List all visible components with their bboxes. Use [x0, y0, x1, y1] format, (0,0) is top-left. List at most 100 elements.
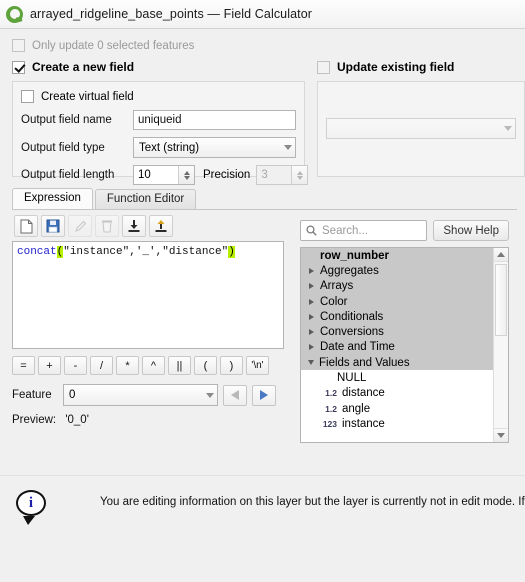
- scrollbar-track[interactable]: [494, 262, 508, 428]
- chevron-right-icon[interactable]: [309, 267, 314, 274]
- arrow-left-icon: [231, 390, 239, 400]
- output-field-name-label: Output field name: [21, 114, 112, 126]
- create-new-field-row[interactable]: Create a new field: [0, 58, 305, 76]
- tree-group-date-and-time[interactable]: Date and Time: [301, 339, 493, 356]
- tree-label: Fields and Values: [319, 356, 410, 369]
- chevron-right-icon[interactable]: [309, 298, 314, 305]
- update-field-group-wrap: [305, 81, 525, 177]
- operator-button-multiply[interactable]: *: [116, 356, 139, 375]
- tree-label: angle: [342, 402, 371, 415]
- stepper-up-icon[interactable]: [183, 170, 190, 175]
- delete-trash-icon[interactable]: [95, 215, 119, 237]
- existing-field-chevron-down-icon: [504, 126, 512, 131]
- operator-button-minus[interactable]: -: [64, 356, 87, 375]
- only-update-selected-row[interactable]: Only update 0 selected features: [0, 29, 525, 54]
- output-field-type-row: Output field type Text (string): [21, 137, 296, 158]
- tree-item-distance[interactable]: 1.2 distance: [301, 386, 493, 401]
- scroll-up-button[interactable]: [494, 248, 508, 262]
- precision-stepper[interactable]: 3: [256, 165, 309, 185]
- feature-combo[interactable]: 0: [63, 384, 218, 406]
- update-field-header-wrap: Update existing field: [305, 58, 525, 76]
- expression-close-paren-token: ): [228, 246, 235, 258]
- scroll-down-button[interactable]: [494, 428, 508, 442]
- operator-button-close-paren[interactable]: ): [220, 356, 243, 375]
- length-stepper-buttons[interactable]: [178, 166, 194, 184]
- operator-button-concat[interactable]: ||: [168, 356, 191, 375]
- existing-field-combo[interactable]: [326, 118, 516, 139]
- tree-item-angle[interactable]: 1.2 angle: [301, 401, 493, 416]
- create-new-field-checkbox[interactable]: [12, 60, 25, 74]
- operator-button-open-paren[interactable]: (: [194, 356, 217, 375]
- update-existing-field-row[interactable]: Update existing field: [305, 58, 525, 76]
- chevron-right-icon[interactable]: [309, 313, 314, 320]
- create-field-header-wrap: Create a new field: [0, 58, 305, 76]
- chevron-down-icon: [284, 145, 292, 150]
- import-icon[interactable]: [122, 215, 146, 237]
- output-field-type-combo[interactable]: Text (string): [133, 137, 296, 158]
- expression-text-area[interactable]: concat("instance",'_',"distance"): [12, 241, 284, 349]
- operator-button-equals[interactable]: =: [12, 356, 35, 375]
- operator-button-newline[interactable]: '\n': [246, 356, 269, 375]
- qgis-logo-icon: [6, 5, 23, 23]
- create-field-group-wrap: Create virtual field Output field name u…: [0, 81, 309, 185]
- function-panel: Search... Show Help row_number Aggregate…: [300, 220, 509, 443]
- chevron-down-icon[interactable]: [308, 360, 314, 366]
- chevron-right-icon[interactable]: [309, 283, 314, 290]
- tree-group-color[interactable]: Color: [301, 293, 493, 310]
- tree-group-conditionals[interactable]: Conditionals: [301, 309, 493, 325]
- create-virtual-field-checkbox[interactable]: [21, 90, 34, 103]
- tree-group-aggregates[interactable]: Aggregates: [301, 263, 493, 279]
- update-existing-field-checkbox[interactable]: [317, 60, 330, 74]
- preview-row: Preview: '0_0': [12, 414, 296, 426]
- scrollbar-thumb[interactable]: [495, 264, 507, 336]
- tree-item-null[interactable]: NULL: [301, 370, 493, 385]
- search-input[interactable]: Search...: [300, 220, 428, 241]
- tree-label: Color: [320, 295, 348, 308]
- show-help-button[interactable]: Show Help: [433, 220, 509, 241]
- only-update-selected-checkbox[interactable]: [12, 39, 25, 52]
- tab-expression[interactable]: Expression: [12, 188, 93, 209]
- precision-label: Precision: [203, 169, 251, 181]
- tree-item-instance[interactable]: 123 instance: [301, 416, 493, 431]
- function-tree[interactable]: row_number Aggregates Arrays Color Condi…: [300, 247, 509, 443]
- edit-mode-warning-bar: i You are editing information on this la…: [0, 475, 525, 582]
- tree-label: Date and Time: [320, 341, 395, 354]
- operator-button-plus[interactable]: +: [38, 356, 61, 375]
- expression-toolbar: [12, 210, 296, 241]
- export-icon[interactable]: [149, 215, 173, 237]
- create-virtual-field-label: Create virtual field: [41, 90, 134, 103]
- search-icon: [306, 225, 317, 236]
- tree-label: Aggregates: [320, 264, 379, 277]
- create-new-field-label: Create a new field: [32, 60, 135, 74]
- search-row: Search... Show Help: [300, 220, 509, 241]
- function-tree-scrollbar[interactable]: [493, 248, 508, 442]
- chevron-right-icon[interactable]: [309, 344, 314, 351]
- precision-up-icon[interactable]: [296, 170, 303, 175]
- output-field-name-row: Output field name uniqueid: [21, 110, 296, 130]
- tree-item-row-number[interactable]: row_number: [301, 248, 493, 264]
- tree-group-arrays[interactable]: Arrays: [301, 278, 493, 294]
- chevron-right-icon[interactable]: [309, 329, 314, 336]
- new-file-icon[interactable]: [14, 215, 38, 237]
- precision-down-icon[interactable]: [296, 175, 303, 180]
- tree-group-fields-and-values[interactable]: Fields and Values: [301, 355, 493, 371]
- output-field-name-input[interactable]: uniqueid: [133, 110, 296, 130]
- operator-button-divide[interactable]: /: [90, 356, 113, 375]
- save-icon[interactable]: [41, 215, 65, 237]
- edit-pencil-icon[interactable]: [68, 215, 92, 237]
- feature-value: 0: [69, 389, 76, 401]
- tree-group-conversions[interactable]: Conversions: [301, 324, 493, 340]
- feature-chevron-down-icon: [206, 392, 214, 398]
- next-feature-button[interactable]: [252, 384, 276, 406]
- precision-value: 3: [261, 169, 268, 181]
- operator-button-power[interactable]: ^: [142, 356, 165, 375]
- preview-value: '0_0': [65, 414, 89, 426]
- field-config-row: Create virtual field Output field name u…: [0, 81, 525, 185]
- output-field-length-stepper[interactable]: 10: [133, 165, 195, 185]
- previous-feature-button[interactable]: [223, 384, 247, 406]
- stepper-down-icon[interactable]: [183, 175, 190, 180]
- virtual-field-row[interactable]: Create virtual field: [21, 90, 296, 103]
- output-field-length-value: 10: [138, 169, 151, 181]
- tab-function-editor[interactable]: Function Editor: [94, 189, 197, 209]
- expression-function-token: concat: [17, 246, 57, 258]
